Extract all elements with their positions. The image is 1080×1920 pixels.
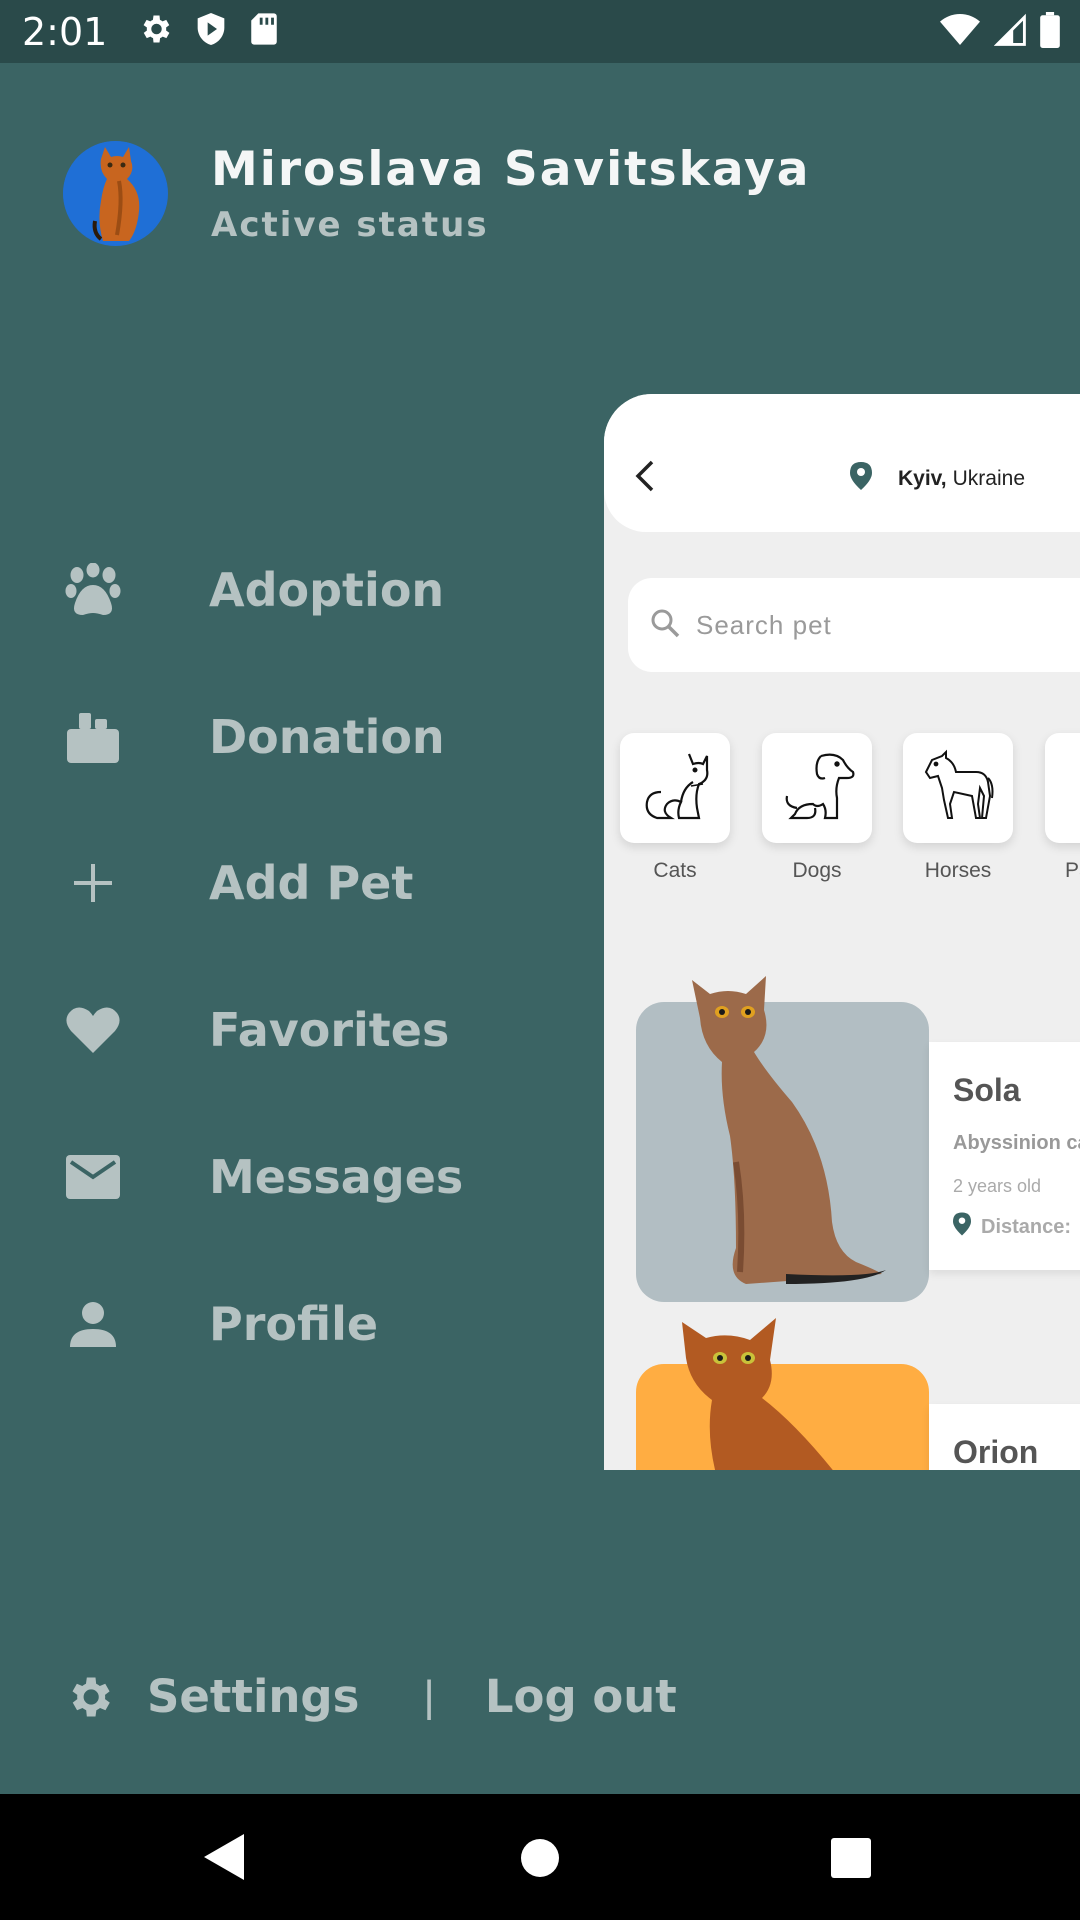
menu-label-profile: Profile	[209, 1297, 379, 1351]
location-pin-icon	[953, 1212, 971, 1242]
search-icon	[650, 608, 680, 643]
pet-card-orion[interactable]: Orion	[636, 1318, 1080, 1470]
pet-name: Sola	[953, 1072, 1021, 1108]
search-input[interactable]	[696, 609, 996, 641]
pet-card-sola[interactable]: Sola Abyssinion ca 2 years old Distance:	[636, 976, 1080, 1302]
pet-info-card: Sola Abyssinion ca 2 years old Distance:	[929, 1042, 1080, 1270]
pet-distance-label: Distance:	[981, 1215, 1072, 1238]
shield-status-icon	[195, 11, 227, 52]
search-bar[interactable]	[628, 578, 1080, 672]
pet-name: Orion	[953, 1434, 1039, 1470]
home-nav-icon[interactable]	[520, 1838, 560, 1883]
wifi-icon	[940, 13, 980, 52]
navigation-bar	[0, 1794, 1080, 1920]
location[interactable]: Kyiv, Ukraine	[850, 462, 1025, 496]
logout-button[interactable]: Log out	[485, 1670, 677, 1723]
pet-breed: Abyssinion ca	[953, 1132, 1080, 1154]
paw-icon	[63, 560, 123, 620]
horse-icon	[920, 748, 996, 829]
menu-label-donation: Donation	[209, 710, 445, 764]
menu-label-messages: Messages	[209, 1150, 464, 1204]
signal-icon	[993, 13, 1026, 52]
menu-label-add-pet: Add Pet	[209, 856, 414, 910]
menu-item-donation[interactable]: Donation	[63, 692, 523, 782]
avatar[interactable]	[63, 141, 168, 246]
status-bar: 2:01	[0, 0, 1080, 63]
footer-separator: |	[423, 1671, 435, 1721]
status-time: 2:01	[22, 9, 108, 54]
user-profile[interactable]: Miroslava Savitskaya Active status	[63, 141, 811, 246]
recents-nav-icon[interactable]	[831, 1838, 871, 1883]
person-icon	[63, 1294, 123, 1354]
app-header: Kyiv, Ukraine	[604, 394, 1080, 532]
category-partial[interactable]: Pa	[1045, 733, 1080, 883]
category-label-partial: Pa	[1065, 859, 1080, 882]
battery-icon	[1040, 12, 1060, 53]
menu-item-adoption[interactable]: Adoption	[63, 545, 523, 635]
profile-status: Active status	[211, 205, 489, 245]
menu-item-profile[interactable]: Profile	[63, 1279, 523, 1369]
pet-distance: Distance:	[953, 1212, 1071, 1242]
settings-status-icon	[137, 11, 173, 52]
category-label-horses: Horses	[924, 859, 992, 882]
category-label-cats: Cats	[653, 859, 697, 882]
settings-button[interactable]: Settings	[147, 1670, 359, 1723]
pet-photo[interactable]	[636, 976, 929, 1302]
pet-info-card: Orion	[929, 1404, 1080, 1470]
heart-icon	[63, 1000, 123, 1060]
location-country: Ukraine	[952, 467, 1026, 490]
back-nav-icon[interactable]	[204, 1834, 244, 1885]
menu-label-favorites: Favorites	[209, 1003, 450, 1057]
cat-icon	[637, 748, 713, 829]
category-cats[interactable]: Cats	[620, 733, 730, 883]
menu-label-adoption: Adoption	[209, 563, 445, 617]
drawer-footer: Settings | Log out	[63, 1670, 677, 1723]
plus-icon	[63, 853, 123, 913]
category-horses[interactable]: Horses	[903, 733, 1013, 883]
pet-age: 2 years old	[953, 1176, 1042, 1196]
location-city: Kyiv,	[898, 467, 947, 490]
menu-item-add-pet[interactable]: Add Pet	[63, 838, 523, 928]
mail-icon	[63, 1147, 123, 1207]
back-arrow-icon[interactable]	[626, 456, 666, 496]
dog-icon	[777, 748, 857, 829]
category-label-dogs: Dogs	[792, 859, 842, 882]
pet-photo[interactable]	[636, 1318, 929, 1470]
app-preview-panel[interactable]: Kyiv, Ukraine Cats	[604, 394, 1080, 1470]
briefcase-icon	[63, 707, 123, 767]
menu-item-messages[interactable]: Messages	[63, 1132, 523, 1222]
menu-item-favorites[interactable]: Favorites	[63, 985, 523, 1075]
category-dogs[interactable]: Dogs	[762, 733, 872, 883]
location-pin-icon	[850, 462, 872, 496]
profile-name: Miroslava Savitskaya	[211, 142, 811, 197]
settings-gear-icon[interactable]	[63, 1671, 115, 1723]
sdcard-status-icon	[249, 12, 279, 51]
